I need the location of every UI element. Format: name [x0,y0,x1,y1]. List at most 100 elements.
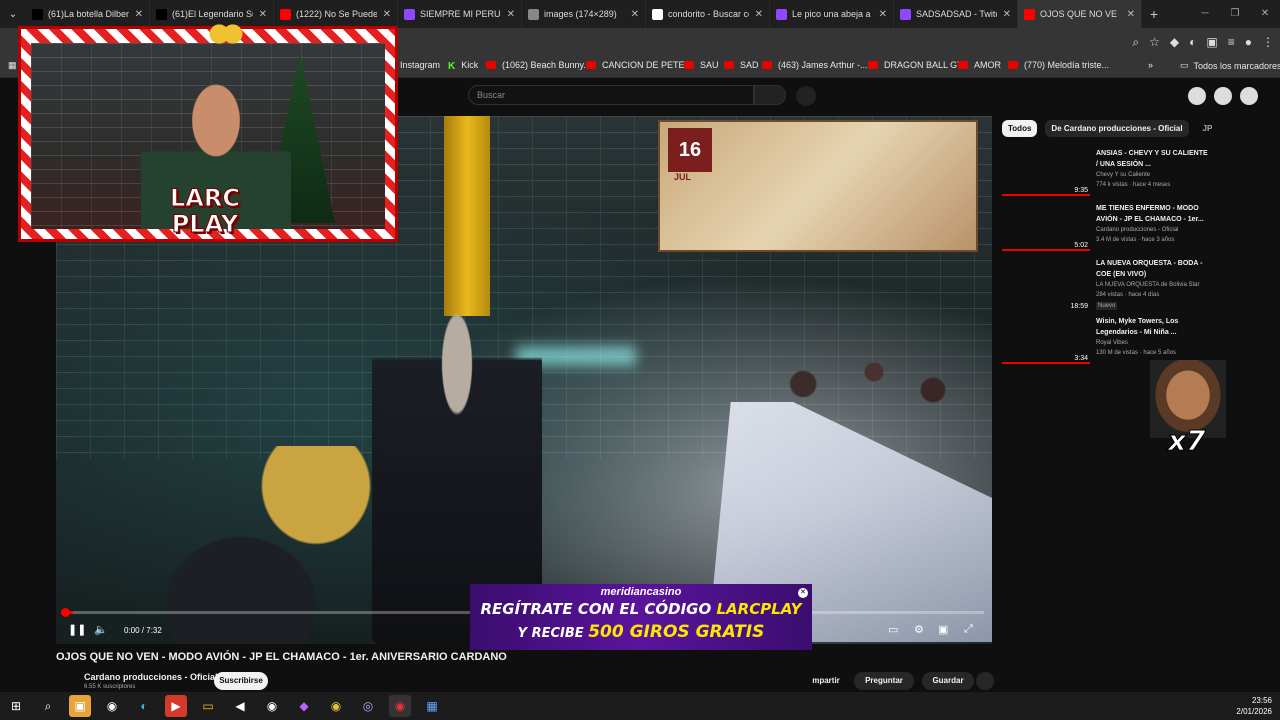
recommendation-item[interactable]: 9:35 ANSIAS - CHEVY Y SU CALIENTE / UNA … [1002,148,1272,202]
bookmark-beach-bunny[interactable]: (1062) Beach Bunny... [486,60,591,70]
bookmark-sau[interactable]: SAU [684,60,719,70]
close-tab-icon[interactable]: ✕ [879,9,887,20]
recommendation-item[interactable]: 5:02 ME TIENES ENFERMO - MODO AVIÓN - JP… [1002,203,1272,257]
close-tab-icon[interactable]: ✕ [507,9,515,20]
browser-tab[interactable]: (1222) No Se Puede A ✕ [274,0,398,28]
ad-close-icon[interactable]: ✕ [798,588,808,598]
video-thumbnail[interactable]: 18:59 [1002,264,1090,312]
channel-name[interactable]: Cardano producciones - Oficial [84,672,218,682]
close-tab-icon[interactable]: ✕ [259,9,267,20]
chip-channel[interactable]: De Cardano producciones - Oficial [1045,120,1189,137]
new-tab-button[interactable]: + [1142,6,1166,22]
close-tab-icon[interactable]: ✕ [135,9,143,20]
browser-tab[interactable]: OJOS QUE NO VE ✕ [1018,0,1142,28]
maximize-button[interactable]: ❐ [1220,0,1250,28]
obs-icon[interactable]: ◎ [357,695,379,717]
subtitles-icon[interactable]: ▭ [888,623,898,636]
chrome-icon[interactable]: ◉ [325,695,347,717]
chrome-active-icon[interactable]: ◉ [389,695,411,717]
duration-badge: 18:59 [1070,303,1088,310]
recommendation-channel[interactable]: Royal Vibes [1096,340,1128,346]
close-tab-icon[interactable]: ✕ [755,9,763,20]
bookmark-sad[interactable]: SAD [724,60,759,70]
browser-tab[interactable]: Le pico una abeja a m ✕ [770,0,894,28]
minimize-button[interactable]: ─ [1190,0,1220,28]
chip-jp[interactable]: JP [1197,120,1219,137]
kebab-menu-icon[interactable]: ⋮ [1262,35,1274,49]
search-icon[interactable]: ⌕ [37,695,59,717]
store-icon[interactable]: ▣ [69,695,91,717]
browser-tab[interactable]: images (174×289) ✕ [522,0,646,28]
more-bookmarks-icon[interactable]: » [1148,60,1153,70]
app-icon[interactable]: ◆ [293,695,315,717]
miniplayer-icon[interactable]: ▣ [938,623,948,636]
close-tab-icon[interactable]: ✕ [383,9,391,20]
browser-tab[interactable]: SADSADSAD - Twitch ✕ [894,0,1018,28]
apps-icon[interactable]: ▦ [8,60,17,71]
app-icon[interactable]: ◉ [261,695,283,717]
zoom-icon[interactable]: ⌕ [1132,35,1139,50]
save-button[interactable]: Guardar [922,672,974,690]
extensions-puzzle-icon[interactable]: ▣ [1206,35,1217,49]
search-input[interactable]: Buscar [468,85,754,105]
watched-bar [1002,362,1090,364]
close-tab-icon[interactable]: ✕ [631,9,639,20]
bookmark-instagram[interactable]: Instagram [400,60,440,70]
share-button[interactable]: mpartir [806,672,846,690]
recommendation-title[interactable]: LA NUEVA ORQUESTA - BODA - COE (EN VIVO) [1096,258,1210,280]
channel-avatar[interactable] [56,672,78,694]
subscribe-button[interactable]: Suscribirse [214,672,268,690]
extension-icon[interactable]: ◆ [1170,35,1179,49]
recommendation-title[interactable]: ANSIAS - CHEVY Y SU CALIENTE / UNA SESIÓ… [1096,148,1210,170]
file-explorer-icon[interactable]: ▭ [197,695,219,717]
edge-icon[interactable]: ◐ [133,695,155,717]
all-bookmarks-folder[interactable]: ▭ Todos los marcadores [1180,60,1280,71]
browser-tab[interactable]: condorito - Buscar co ✕ [646,0,770,28]
recommendation-channel[interactable]: Chevy Y su Caliente [1096,172,1150,178]
toolbar-icons: ⌕ ☆ ◆ ◐ ▣ ≡ ● ⋮ [1132,28,1274,56]
video-thumbnail[interactable]: 9:35 [1002,148,1090,196]
close-tab-icon[interactable]: ✕ [1127,9,1135,20]
settings-gear-icon[interactable]: ⚙ [914,623,924,636]
create-button[interactable] [1188,87,1206,105]
ask-button[interactable]: Preguntar [854,672,914,690]
app-icon[interactable]: ◉ [101,695,123,717]
notifications-button[interactable] [1214,87,1232,105]
bookmark-star-icon[interactable]: ☆ [1149,35,1160,49]
profile-icon[interactable]: ◐ [1189,35,1196,49]
bookmark-cancion-de-peter[interactable]: CANCION DE PETER [586,60,691,70]
bookmark-dragon-ball-gt[interactable]: DRAGON BALL GT [868,60,963,70]
fullscreen-icon[interactable]: ⤢ [964,623,973,636]
recommendation-item[interactable]: 18:59 LA NUEVA ORQUESTA - BODA - COE (EN… [1002,258,1272,318]
recommendation-channel[interactable]: LA NUEVA ORQUESTA de Bolivia Star [1096,282,1200,288]
bookmark-amor[interactable]: AMOR [958,60,1001,70]
voice-search-button[interactable] [796,86,816,106]
close-window-button[interactable]: ✕ [1250,0,1280,28]
search-button[interactable] [754,85,786,105]
pause-icon[interactable]: ❚❚ [68,623,86,636]
bookmark-james-arthur[interactable]: (463) James Arthur -... [762,60,868,70]
close-tab-icon[interactable]: ✕ [1003,9,1011,20]
windows-start-icon[interactable]: ⊞ [5,695,27,717]
account-avatar[interactable] [1240,87,1258,105]
browser-tab[interactable]: SIEMPRE MI PERU // ✕ [398,0,522,28]
bookmark-kick[interactable]: K Kick [448,60,478,72]
more-actions-button[interactable] [976,672,994,690]
avatar[interactable]: ● [1245,35,1252,49]
recommendation-channel[interactable]: Cardano producciones - Oficial [1096,227,1178,233]
tab-search-button[interactable]: ⌄ [0,0,26,28]
bookmark-melodia-triste[interactable]: (770) Melodía triste... [1008,60,1109,70]
calculator-icon[interactable]: ▦ [421,695,443,717]
app-icon[interactable]: ◀ [229,695,251,717]
video-thumbnail[interactable]: 3:34 [1002,316,1090,364]
recommendation-title[interactable]: ME TIENES ENFERMO - MODO AVIÓN - JP EL C… [1096,203,1210,225]
browser-tab[interactable]: (61)La botella Dilbert ✕ [26,0,150,28]
recommendation-title[interactable]: Wisin, Myke Towers, Los Legendarios - Mi… [1096,316,1210,338]
video-thumbnail[interactable]: 5:02 [1002,203,1090,251]
recommendation-item[interactable]: 3:34 Wisin, Myke Towers, Los Legendarios… [1002,316,1272,370]
reading-list-icon[interactable]: ≡ [1228,35,1235,49]
media-app-icon[interactable]: ▶ [165,695,187,717]
globe-icon [528,8,539,20]
volume-icon[interactable]: 🔈 [94,623,108,636]
chip-all[interactable]: Todos [1002,120,1038,137]
